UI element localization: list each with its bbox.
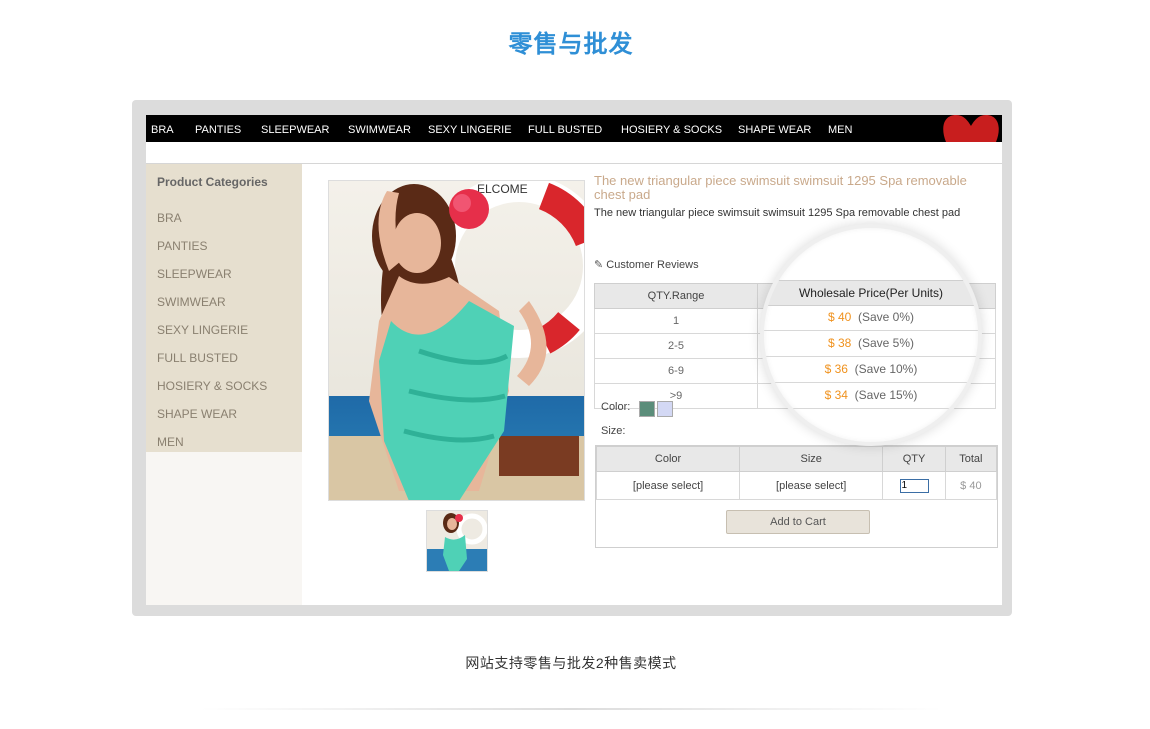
col-color: Color [595,446,741,472]
col-qty-range: QTY.Range [594,283,758,309]
qty-range-cell: 2-5 [594,333,758,359]
nav-item-shape-wear[interactable]: SHAPE WEAR [738,115,811,142]
magnified-row: $ 38 (Save 5%) [764,331,978,357]
customer-reviews-link[interactable]: ✎ Customer Reviews [594,258,699,271]
magnifier-callout: Wholesale Price(Per Units) $ 40 (Save 0%… [760,224,982,446]
color-label: Color: [601,401,631,413]
order-table: Color Size QTY Total [please select] [pl… [595,446,998,500]
color-swatch-green[interactable] [639,401,655,417]
col-size: Size [739,446,884,472]
size-label: Size: [601,425,626,437]
price-value: $ 36 [824,362,848,376]
price-value: $ 38 [827,336,852,350]
page-caption: 网站支持零售与批发2种售卖模式 [465,655,677,671]
nav-item-hosiery-socks[interactable]: HOSIERY & SOCKS [621,115,722,142]
top-nav: BRA PANTIES SLEEPWEAR SWIMWEAR SEXY LING… [146,115,1002,142]
color-swatch-lavender[interactable] [657,401,673,417]
sidebar-item-shape-wear[interactable]: SHAPE WEAR [157,407,237,421]
category-panel: Product Categories BRA PANTIES SLEEPWEAR… [146,164,302,452]
sidebar-item-bra[interactable]: BRA [157,211,182,225]
sidebar-item-panties[interactable]: PANTIES [157,239,207,253]
order-panel: Color Size QTY Total [please select] [pl… [595,445,998,548]
nav-item-swimwear[interactable]: SWIMWEAR [348,115,411,142]
save-value: (Save 5%) [858,336,915,350]
qty-cell [882,471,946,500]
sidebar-heading: Product Categories [157,175,268,189]
add-to-cart-button[interactable]: Add to Cart [726,510,870,534]
size-select[interactable]: [please select] [739,471,884,500]
sidebar-item-sleepwear[interactable]: SLEEPWEAR [157,267,232,281]
table-row: [please select] [please select] $ 40 [595,471,998,500]
col-total: Total [944,446,998,472]
price-value: $ 40 [827,310,852,324]
magnified-row: $ 34 (Save 15%) [764,383,978,409]
col-qty: QTY [882,446,946,472]
qty-input[interactable] [899,478,929,493]
sidebar-item-swimwear[interactable]: SWIMWEAR [157,295,226,309]
qty-range-cell: 1 [594,308,758,334]
nav-item-sexy-lingerie[interactable]: SEXY LINGERIE [428,115,512,142]
qty-range-cell: 6-9 [594,358,758,384]
total-value: $ 40 [944,471,998,500]
customer-reviews-label: Customer Reviews [606,259,699,271]
nav-item-men[interactable]: MEN [828,115,852,142]
magnified-row: $ 40 (Save 0%) [764,305,978,331]
save-value: (Save 10%) [854,362,918,376]
magnified-price-header: Wholesale Price(Per Units) [764,280,978,306]
nav-item-panties[interactable]: PANTIES [195,115,241,142]
price-value: $ 34 [824,388,848,402]
bottom-divider [200,708,942,710]
pencil-icon: ✎ [594,259,604,271]
product-title: The new triangular piece swimsuit swimsu… [594,173,967,202]
nav-item-full-busted[interactable]: FULL BUSTED [528,115,602,142]
save-value: (Save 0%) [858,310,915,324]
page-heading: 零售与批发 [508,31,634,58]
sidebar: Product Categories BRA PANTIES SLEEPWEAR… [146,164,302,605]
sidebar-item-hosiery-socks[interactable]: HOSIERY & SOCKS [157,379,267,393]
nav-item-sleepwear[interactable]: SLEEPWEAR [261,115,329,142]
sidebar-item-full-busted[interactable]: FULL BUSTED [157,351,238,365]
sidebar-item-sexy-lingerie[interactable]: SEXY LINGERIE [157,323,248,337]
magnified-row: $ 36 (Save 10%) [764,357,978,383]
product-subtitle: The new triangular piece swimsuit swimsu… [594,207,961,219]
heart-icon [943,115,999,142]
life-ring-text: ELCOME [477,182,528,196]
product-thumbnail[interactable] [426,510,488,572]
nav-item-bra[interactable]: BRA [151,115,174,142]
product-main-image[interactable]: ELCOME [328,180,585,501]
sidebar-item-men[interactable]: MEN [157,435,184,449]
save-value: (Save 15%) [854,388,918,402]
color-select[interactable]: [please select] [595,471,741,500]
